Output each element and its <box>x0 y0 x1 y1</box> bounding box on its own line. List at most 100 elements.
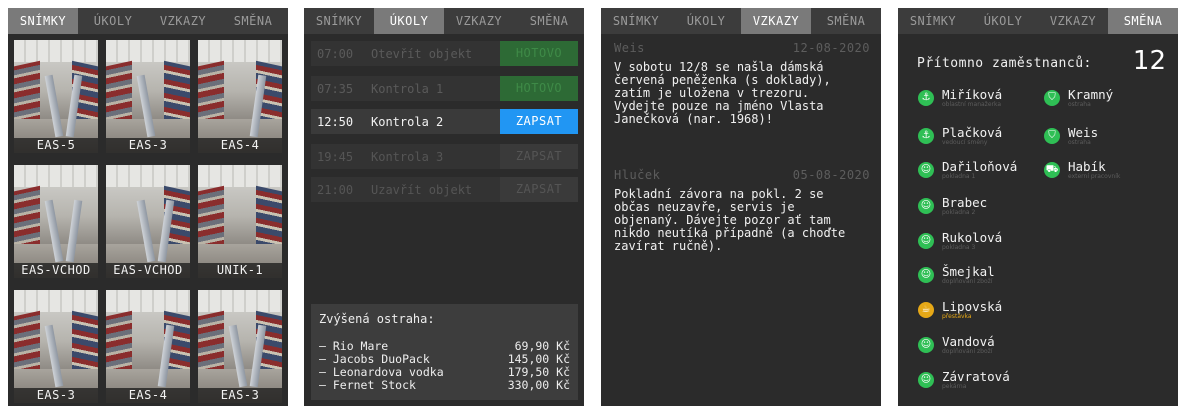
camera-thumbnail[interactable]: EAS-3 <box>106 40 190 153</box>
tab-snapshots[interactable]: SNÍMKY <box>898 8 968 34</box>
employee-name: Závratová <box>942 369 1010 384</box>
employee-name: Šmejkal <box>942 264 995 279</box>
present-count: 12 <box>1132 46 1166 76</box>
task-time: 21:00 <box>317 182 354 197</box>
truck-icon: ⛟ <box>1044 162 1060 178</box>
task-name: Uzavřít objekt <box>371 182 473 197</box>
tab-bar: SNÍMKY ÚKOLY VZKAZY SMĚNA <box>304 8 584 34</box>
anchor-icon: ⚓ <box>918 90 934 106</box>
tab-messages[interactable]: VZKAZY <box>1038 8 1108 34</box>
message: Hluček 05-08-2020 Pokladní závora na pok… <box>614 168 870 253</box>
employee-item[interactable]: ⛟ Habík externí pracovník <box>1044 160 1120 181</box>
tab-tasks[interactable]: ÚKOLY <box>968 8 1038 34</box>
message-text: Pokladní závora na pokl. 2 se občas neuz… <box>614 187 846 253</box>
watch-item: – Fernet Stock 330,00 Kč <box>319 379 570 392</box>
tab-messages[interactable]: VZKAZY <box>741 8 811 34</box>
employee-item[interactable]: ☺ Dařiloňová pokladna 1 <box>918 160 1017 181</box>
employee-item[interactable]: ☕ Lipovská přestávka <box>918 300 1002 321</box>
employee-name: Miříková <box>942 87 1003 102</box>
camera-thumbnail[interactable]: EAS-4 <box>106 290 190 403</box>
task-row: 19:45 Kontrola 3 ZAPSAT <box>311 144 578 169</box>
camera-label: EAS-VCHOD <box>14 263 98 278</box>
employee-item[interactable]: ☺ Vandová doplňování zboží <box>918 335 995 356</box>
camera-label: EAS-3 <box>14 388 98 403</box>
camera-label: EAS-3 <box>106 138 190 153</box>
task-time: 07:35 <box>317 81 354 96</box>
tasks-panel: SNÍMKY ÚKOLY VZKAZY SMĚNA 07:00 Otevřít … <box>304 8 584 406</box>
employee-role: ostraha <box>1068 139 1091 146</box>
employee-role: pokladna 3 <box>942 244 976 251</box>
heightened-security-box: Zvýšená ostraha: – Rio Mare 69,90 Kč – Ja… <box>311 304 578 400</box>
task-done-button[interactable]: HOTOVO <box>500 41 578 66</box>
task-done-button[interactable]: HOTOVO <box>500 76 578 101</box>
camera-thumbnail[interactable]: EAS-VCHOD <box>14 165 98 278</box>
camera-thumbnail[interactable]: EAS-3 <box>14 290 98 403</box>
message-date: 12-08-2020 <box>792 41 870 55</box>
tab-tasks[interactable]: ÚKOLY <box>78 8 148 34</box>
employee-item[interactable]: ⚓ Plačková vedoucí směny <box>918 126 1002 147</box>
alert-title: Zvýšená ostraha: <box>319 312 435 326</box>
present-label: Přítomno zaměstnanců: <box>917 56 1092 71</box>
anchor-icon: ⚓ <box>918 128 934 144</box>
task-row: 21:00 Uzavřít objekt ZAPSAT <box>311 177 578 202</box>
employee-name: Brabec <box>942 195 988 210</box>
camera-thumbnail[interactable]: EAS-3 <box>198 290 282 403</box>
tab-shift[interactable]: SMĚNA <box>218 8 288 34</box>
employee-role: pokladna 2 <box>942 209 976 216</box>
message-text: V sobotu 12/8 se našla dámská červená pe… <box>614 60 831 126</box>
tab-shift[interactable]: SMĚNA <box>811 8 881 34</box>
employee-item[interactable]: ☺ Závratová pekárna <box>918 370 1010 391</box>
tab-tasks[interactable]: ÚKOLY <box>671 8 741 34</box>
employee-name: Vandová <box>942 334 995 349</box>
employee-item[interactable]: ☺ Rukolová pokladna 3 <box>918 231 1002 252</box>
employee-name: Rukolová <box>942 230 1003 245</box>
tab-shift[interactable]: SMĚNA <box>1108 8 1178 34</box>
tab-shift[interactable]: SMĚNA <box>514 8 584 34</box>
employee-name: Kramný <box>1068 87 1114 102</box>
message-author: Weis <box>614 41 645 55</box>
task-name: Kontrola 2 <box>371 114 444 129</box>
task-record-button[interactable]: ZAPSAT <box>500 177 578 202</box>
employee-item[interactable]: ⚓ Miříková oblastní manažerka <box>918 88 1002 109</box>
employee-item[interactable]: ⛉ Weis ostraha <box>1044 126 1098 147</box>
task-name: Otevřít objekt <box>371 46 473 61</box>
task-row: 07:35 Kontrola 1 HOTOVO <box>311 76 578 101</box>
camera-thumbnail[interactable]: UNIK-1 <box>198 165 282 278</box>
person-icon: ☺ <box>918 162 934 178</box>
messages-panel: SNÍMKY ÚKOLY VZKAZY SMĚNA Weis 12-08-202… <box>601 8 881 406</box>
task-record-button[interactable]: ZAPSAT <box>500 109 578 134</box>
tab-snapshots[interactable]: SNÍMKY <box>601 8 671 34</box>
tab-tasks[interactable]: ÚKOLY <box>374 8 444 34</box>
employee-item[interactable]: ⛉ Kramný ostraha <box>1044 88 1113 109</box>
tab-messages[interactable]: VZKAZY <box>148 8 218 34</box>
employee-role: vedoucí směny <box>942 139 988 146</box>
employee-role: doplňování zboží <box>942 278 993 285</box>
tab-bar: SNÍMKY ÚKOLY VZKAZY SMĚNA <box>601 8 881 34</box>
task-row: 07:00 Otevřít objekt HOTOVO <box>311 41 578 66</box>
shift-panel: SNÍMKY ÚKOLY VZKAZY SMĚNA Přítomno zaměs… <box>898 8 1178 406</box>
camera-thumbnail[interactable]: EAS-VCHOD <box>106 165 190 278</box>
tab-snapshots[interactable]: SNÍMKY <box>8 8 78 34</box>
task-time: 12:50 <box>317 114 354 129</box>
task-record-button[interactable]: ZAPSAT <box>500 144 578 169</box>
employee-item[interactable]: ☺ Šmejkal doplňování zboží <box>918 265 995 286</box>
person-icon: ☺ <box>918 267 934 283</box>
watch-item-name: – Fernet Stock <box>319 378 416 392</box>
task-time: 07:00 <box>317 46 354 61</box>
message-header: Weis 12-08-2020 <box>614 41 870 55</box>
task-row: 12:50 Kontrola 2 ZAPSAT <box>311 109 578 134</box>
employee-name: Weis <box>1068 125 1099 140</box>
camera-thumbnail[interactable]: EAS-4 <box>198 40 282 153</box>
message-date: 05-08-2020 <box>792 168 870 182</box>
message: Weis 12-08-2020 V sobotu 12/8 se našla d… <box>614 41 870 126</box>
message-author: Hluček <box>614 168 661 182</box>
shield-icon: ⛉ <box>1044 128 1060 144</box>
employee-item[interactable]: ☺ Brabec pokladna 2 <box>918 196 987 217</box>
camera-label: EAS-VCHOD <box>106 263 190 278</box>
coffee-icon: ☕ <box>918 302 934 318</box>
tab-messages[interactable]: VZKAZY <box>444 8 514 34</box>
camera-label: EAS-5 <box>14 138 98 153</box>
tab-snapshots[interactable]: SNÍMKY <box>304 8 374 34</box>
camera-thumbnail[interactable]: EAS-5 <box>14 40 98 153</box>
employee-role: doplňování zboží <box>942 348 993 355</box>
